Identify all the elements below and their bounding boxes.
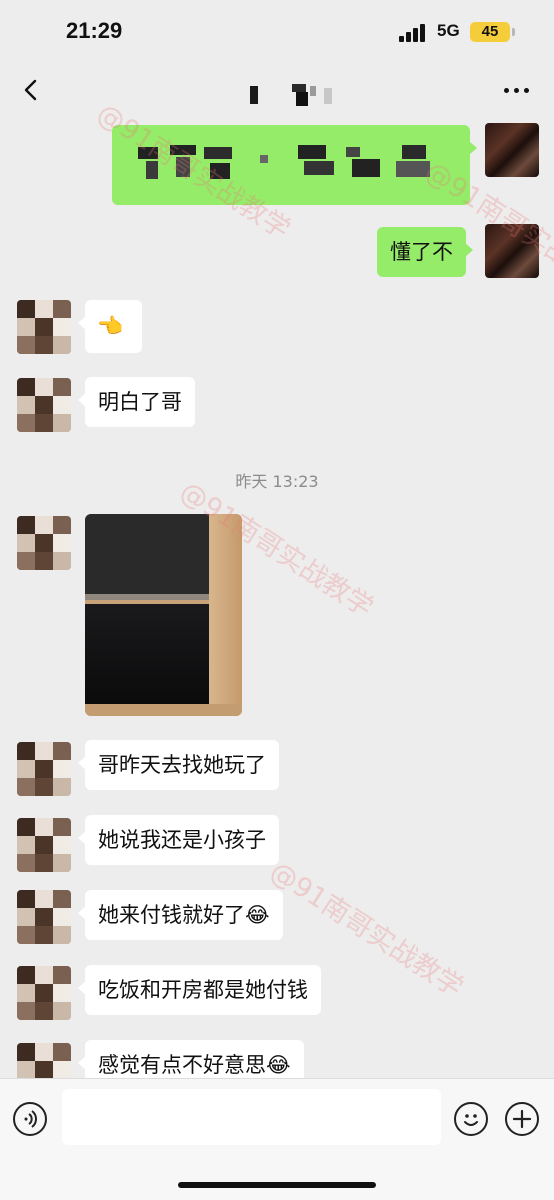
signal-icon xyxy=(399,24,429,42)
chat-header xyxy=(0,62,554,120)
avatar-peer[interactable] xyxy=(17,516,71,570)
message-text: 懂了不 xyxy=(390,240,453,264)
avatar-me[interactable] xyxy=(485,123,539,177)
status-time: 21:29 xyxy=(66,18,123,43)
message-text: 明白了哥 xyxy=(98,390,182,414)
more-dots-icon[interactable] xyxy=(504,88,532,96)
message-image[interactable] xyxy=(85,514,242,716)
message-bubble-outgoing-pixelated[interactable] xyxy=(112,125,477,205)
avatar-peer[interactable] xyxy=(17,742,71,796)
avatar-peer[interactable] xyxy=(17,378,71,432)
pointing-hand-emoji: 👈 xyxy=(97,314,124,338)
avatar-peer[interactable] xyxy=(17,300,71,354)
network-type: 5G xyxy=(437,21,460,40)
contact-name-pixelated xyxy=(240,82,350,106)
message-text: 吃饭和开房都是她付钱 xyxy=(98,978,308,1002)
message-bubble-incoming-emoji[interactable]: 👈 xyxy=(78,300,142,353)
chat-timestamp: 昨天 13:23 xyxy=(235,472,319,491)
avatar-peer[interactable] xyxy=(17,966,71,1020)
chevron-left-icon[interactable] xyxy=(20,78,44,102)
home-indicator xyxy=(178,1182,376,1188)
smiley-icon[interactable] xyxy=(454,1102,488,1136)
avatar-peer[interactable] xyxy=(17,818,71,872)
message-bubble-outgoing[interactable]: 懂了不 xyxy=(377,227,473,277)
battery-icon: 45 xyxy=(470,22,510,42)
voice-icon[interactable] xyxy=(13,1102,47,1136)
message-bubble-incoming[interactable]: 吃饭和开房都是她付钱 xyxy=(78,965,321,1015)
avatar-me[interactable] xyxy=(485,224,539,278)
message-input[interactable] xyxy=(62,1089,441,1145)
message-text: 她说我还是小孩子 xyxy=(98,828,266,852)
message-bubble-incoming[interactable]: 哥昨天去找她玩了 xyxy=(78,740,279,790)
message-text: 哥昨天去找她玩了 xyxy=(98,753,266,777)
message-bubble-incoming[interactable]: 她来付钱就好了😂 xyxy=(78,890,283,940)
message-bubble-incoming[interactable]: 她说我还是小孩子 xyxy=(78,815,279,865)
message-text: 她来付钱就好了😂 xyxy=(98,903,270,927)
message-text: 感觉有点不好意思😂 xyxy=(98,1053,291,1077)
avatar-peer[interactable] xyxy=(17,890,71,944)
battery-tip xyxy=(512,28,515,36)
message-bubble-incoming[interactable]: 明白了哥 xyxy=(78,377,195,427)
plus-icon[interactable] xyxy=(505,1102,539,1136)
status-bar: 21:29 5G 45 xyxy=(0,0,554,62)
